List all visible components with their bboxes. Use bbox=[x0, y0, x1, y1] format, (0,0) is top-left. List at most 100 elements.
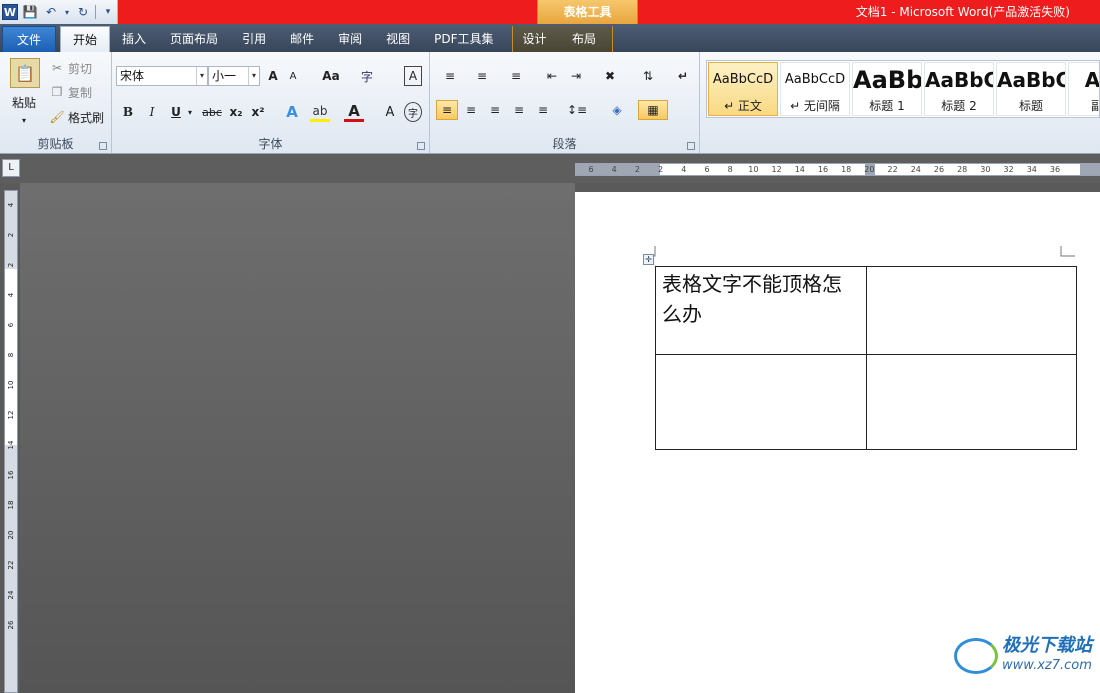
clipboard-group-label: 剪贴板 bbox=[37, 137, 74, 151]
vertical-ruler[interactable]: 4 2 2 4 6 8 10 12 14 16 18 20 22 24 26 bbox=[4, 190, 18, 693]
style-no-spacing[interactable]: AaBbCcD ↵ 无间隔 bbox=[780, 62, 850, 116]
table-cell[interactable] bbox=[865, 266, 1078, 355]
phonetic-guide-icon[interactable]: 字 bbox=[358, 66, 376, 86]
font-name-combo[interactable]: 宋体 ▾ bbox=[116, 66, 208, 86]
undo-icon[interactable]: ↶ bbox=[42, 3, 60, 21]
justify-button[interactable]: ≡ bbox=[508, 100, 530, 120]
customize-qat-icon[interactable]: ▾ bbox=[99, 3, 117, 21]
table-cell[interactable]: 表格文字不能顶格怎么办 bbox=[655, 266, 867, 355]
highlight-color-icon[interactable]: ab bbox=[310, 102, 330, 122]
enclose-characters-icon[interactable]: 字 bbox=[404, 102, 422, 122]
save-icon[interactable]: 💾 bbox=[21, 3, 39, 21]
line-spacing-icon[interactable]: ↕≡ bbox=[564, 100, 590, 120]
document-table: 表格文字不能顶格怎么办 bbox=[655, 266, 1078, 450]
tab-references[interactable]: 引用 bbox=[230, 26, 278, 52]
copy-icon[interactable]: ❐ bbox=[50, 82, 64, 102]
tab-review[interactable]: 审阅 bbox=[326, 26, 374, 52]
ribbon: 📋 粘贴 ▾ ✂ 剪切 ❐ 复制 🖌 格式刷 剪贴板 宋体 ▾ 小一 ▾ A A A… bbox=[0, 52, 1100, 154]
styles-gallery: AaBbCcD ↵ 正文 AaBbCcD ↵ 无间隔 AaBb 标题 1 AaB… bbox=[706, 60, 1100, 118]
style-heading-1[interactable]: AaBb 标题 1 bbox=[852, 62, 922, 116]
ruler-tick-label: 32 bbox=[1003, 165, 1014, 174]
shading-icon[interactable]: ◈ bbox=[604, 100, 630, 120]
tab-pdf-tools[interactable]: PDF工具集 bbox=[422, 26, 505, 52]
align-center-button[interactable]: ≡ bbox=[460, 100, 482, 120]
change-case-icon[interactable]: Aa bbox=[318, 66, 344, 86]
bold-button[interactable]: B bbox=[118, 102, 138, 122]
format-painter-icon[interactable]: 🖌 bbox=[49, 107, 64, 127]
horizontal-ruler[interactable]: 6 4 2 2 4 6 8 10 12 14 16 18 20 22 24 26 28 30 32 34 36 bbox=[575, 163, 1100, 176]
grow-font-icon[interactable]: A bbox=[264, 66, 282, 86]
word-icon[interactable]: W bbox=[2, 4, 18, 20]
table-cell[interactable] bbox=[655, 354, 867, 450]
character-border-icon[interactable]: A bbox=[404, 66, 422, 86]
tab-mailings[interactable]: 邮件 bbox=[278, 26, 326, 52]
ruler-tick-label: 34 bbox=[1026, 165, 1037, 174]
underline-dropdown-icon[interactable]: ▾ bbox=[186, 102, 194, 122]
underline-button[interactable]: U bbox=[166, 102, 186, 122]
align-right-button[interactable]: ≡ bbox=[484, 100, 506, 120]
ruler-tick-label: 24 bbox=[910, 165, 921, 174]
tab-insert[interactable]: 插入 bbox=[110, 26, 158, 52]
distributed-button[interactable]: ≡ bbox=[532, 100, 554, 120]
show-marks-icon[interactable]: ↵ bbox=[674, 66, 692, 86]
tab-home[interactable]: 开始 bbox=[60, 26, 111, 52]
ruler-tick-label: 4 bbox=[7, 292, 15, 298]
borders-icon[interactable]: ▦ bbox=[638, 100, 668, 120]
multilevel-list-icon[interactable]: ≡ bbox=[504, 66, 528, 86]
style-sample: AaBbCcD bbox=[784, 72, 846, 87]
cut-button[interactable]: 剪切 bbox=[66, 58, 94, 78]
table-cell[interactable] bbox=[865, 354, 1078, 450]
bullets-icon[interactable]: ≡ bbox=[438, 66, 462, 86]
font-launcher-icon[interactable] bbox=[417, 142, 425, 150]
chinese-layout-icon[interactable]: ✖ bbox=[598, 66, 622, 86]
sort-icon[interactable]: ⇅ bbox=[638, 66, 658, 86]
style-normal[interactable]: AaBbCcD ↵ 正文 bbox=[708, 62, 778, 116]
shrink-font-icon[interactable]: A bbox=[284, 66, 302, 86]
chevron-down-icon[interactable]: ▾ bbox=[248, 67, 259, 85]
italic-button[interactable]: I bbox=[142, 102, 162, 122]
tab-selector-icon[interactable]: L bbox=[2, 159, 20, 177]
font-size-combo[interactable]: 小一 ▾ bbox=[208, 66, 260, 86]
format-painter-button[interactable]: 格式刷 bbox=[66, 107, 106, 127]
character-shading-icon[interactable]: A bbox=[382, 102, 398, 122]
undo-dropdown-icon[interactable]: ▾ bbox=[63, 3, 71, 21]
paragraph-launcher-icon[interactable] bbox=[687, 142, 695, 150]
tab-layout[interactable]: 布局 bbox=[562, 26, 612, 52]
tab-page-layout[interactable]: 页面布局 bbox=[158, 26, 230, 52]
superscript-button[interactable]: x² bbox=[248, 102, 268, 122]
style-subtitle[interactable]: AaI 副标 bbox=[1068, 62, 1099, 116]
tab-design[interactable]: 设计 bbox=[512, 26, 563, 52]
table-move-handle-icon[interactable]: ✛ bbox=[643, 254, 654, 265]
style-name: 副标 bbox=[1069, 97, 1099, 114]
document-page[interactable]: ✛ 表格文字不能顶格怎么办 bbox=[575, 192, 1100, 693]
redo-icon[interactable]: ↻ bbox=[74, 3, 92, 21]
ruler-tick-label: 18 bbox=[7, 500, 15, 510]
tab-file[interactable]: 文件 bbox=[2, 26, 57, 52]
tab-view[interactable]: 视图 bbox=[374, 26, 422, 52]
subscript-button[interactable]: x₂ bbox=[226, 102, 246, 122]
clipboard-launcher-icon[interactable] bbox=[99, 142, 107, 150]
style-name: 标题 bbox=[1018, 99, 1043, 113]
strikethrough-button[interactable]: abc bbox=[200, 102, 224, 122]
align-left-button[interactable]: ≡ bbox=[436, 100, 458, 120]
paste-icon[interactable]: 📋 bbox=[10, 58, 40, 88]
paste-dropdown-icon[interactable]: ▾ bbox=[18, 110, 30, 130]
chevron-down-icon[interactable]: ▾ bbox=[196, 67, 207, 85]
style-heading-2[interactable]: AaBbC 标题 2 bbox=[924, 62, 994, 116]
table-row bbox=[655, 354, 1078, 450]
watermark-logo-icon bbox=[954, 638, 998, 674]
numbering-icon[interactable]: ≡ bbox=[470, 66, 494, 86]
watermark-cn: 极光下载站 bbox=[1002, 635, 1092, 656]
font-color-icon[interactable]: A bbox=[344, 102, 364, 122]
style-title[interactable]: AaBbC 标题 bbox=[996, 62, 1066, 116]
ruler-tick-label: 22 bbox=[7, 560, 15, 570]
qat-separator bbox=[95, 5, 96, 19]
cut-icon[interactable]: ✂ bbox=[50, 58, 64, 78]
copy-button[interactable]: 复制 bbox=[66, 82, 94, 102]
window-title: 文档1 - Microsoft Word(产品激活失败) bbox=[855, 5, 1070, 19]
decrease-indent-icon[interactable]: ⇤ bbox=[542, 66, 562, 86]
text-effects-icon[interactable]: A bbox=[282, 102, 302, 122]
paste-button[interactable]: 粘贴 bbox=[6, 92, 42, 112]
increase-indent-icon[interactable]: ⇥ bbox=[566, 66, 586, 86]
ruler-tick-label: 8 bbox=[7, 352, 15, 358]
